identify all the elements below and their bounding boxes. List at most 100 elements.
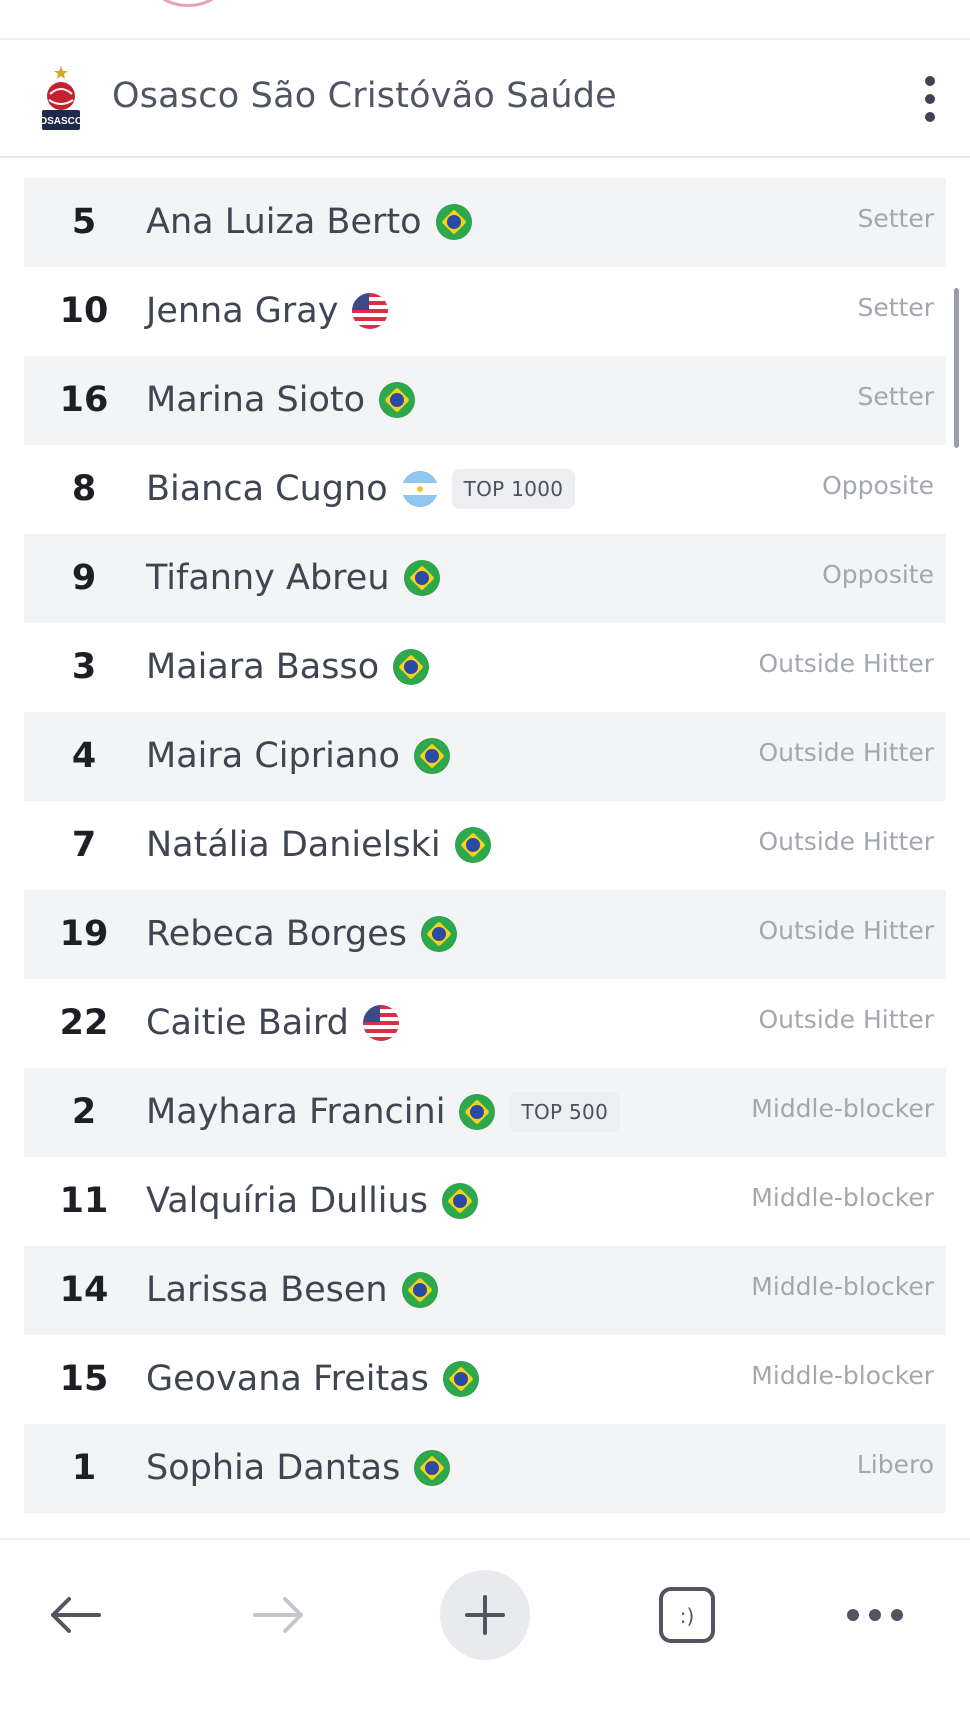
- ranking-badge: TOP 1000: [451, 469, 576, 509]
- player-name-group: Geovana Freitas: [146, 1355, 479, 1403]
- player-name-group: Bianca Cugno TOP 1000: [146, 465, 576, 513]
- player-position: Opposite: [822, 471, 934, 500]
- player-name-group: Valquíria Dullius: [146, 1177, 478, 1225]
- player-position: Libero: [856, 1450, 934, 1479]
- jersey-number: 15: [59, 1359, 109, 1399]
- player-name-group: Marina Sioto: [146, 376, 416, 424]
- more-options-icon[interactable]: [920, 76, 940, 122]
- jersey-number: 22: [59, 1003, 109, 1043]
- player-row[interactable]: 7 Natália Danielski Outside Hitter: [24, 801, 946, 890]
- arrow-left-icon: [51, 1597, 101, 1633]
- arrow-right-icon: [253, 1597, 303, 1633]
- jersey-number: 14: [59, 1270, 109, 1310]
- scrollbar[interactable]: [954, 288, 959, 448]
- jersey-number: 19: [59, 914, 109, 954]
- flag-br-icon: [413, 738, 450, 774]
- player-name-group: Caitie Baird: [146, 999, 399, 1047]
- player-row[interactable]: 15 Geovana Freitas Middle-blocker: [24, 1335, 946, 1424]
- jersey-number: 3: [71, 647, 97, 687]
- player-position: Outside Hitter: [758, 916, 934, 945]
- jersey-number: 1: [71, 1448, 97, 1488]
- player-row[interactable]: 10 Jenna Gray Setter: [24, 267, 946, 356]
- player-position: Middle-blocker: [751, 1094, 934, 1123]
- player-position: Setter: [857, 293, 934, 322]
- jersey-number: 8: [71, 469, 97, 509]
- player-name[interactable]: Bianca Cugno: [146, 469, 388, 509]
- player-row[interactable]: 4 Maira Cipriano Outside Hitter: [24, 712, 946, 801]
- plus-icon: [465, 1595, 505, 1635]
- player-name[interactable]: Caitie Baird: [146, 1003, 349, 1043]
- player-row[interactable]: 16 Marina Sioto Setter: [24, 356, 946, 445]
- player-row[interactable]: 2 Mayhara Francini TOP 500 Middle-blocker: [24, 1068, 946, 1157]
- player-name[interactable]: Mayhara Francini: [146, 1092, 445, 1132]
- flag-br-icon: [441, 1183, 478, 1219]
- player-name[interactable]: Geovana Freitas: [146, 1359, 429, 1399]
- player-row[interactable]: 8 Bianca Cugno TOP 1000 Opposite: [24, 445, 946, 534]
- player-row[interactable]: 19 Rebeca Borges Outside Hitter: [24, 890, 946, 979]
- team-header: OSASCO Osasco São Cristóvão Saúde: [0, 40, 970, 158]
- player-row[interactable]: 14 Larissa Besen Middle-blocker: [24, 1246, 946, 1335]
- browser-bottom-nav: :): [0, 1538, 970, 1726]
- player-name[interactable]: Valquíria Dullius: [146, 1181, 428, 1221]
- flag-br-icon: [403, 560, 440, 596]
- player-name[interactable]: Sophia Dantas: [146, 1448, 400, 1488]
- jersey-number: 11: [59, 1181, 109, 1221]
- flag-ar-icon: [401, 471, 438, 507]
- player-name-group: Jenna Gray: [146, 287, 389, 335]
- player-position: Outside Hitter: [758, 649, 934, 678]
- player-row[interactable]: 3 Maiara Basso Outside Hitter: [24, 623, 946, 712]
- flag-br-icon: [414, 1450, 451, 1486]
- player-name[interactable]: Natália Danielski: [146, 825, 441, 865]
- player-name[interactable]: Maiara Basso: [146, 647, 379, 687]
- player-name[interactable]: Ana Luiza Berto: [146, 202, 422, 242]
- forward-button[interactable]: [234, 1570, 324, 1660]
- flag-br-icon: [379, 382, 416, 418]
- player-row[interactable]: 5 Ana Luiza Berto Setter: [24, 178, 946, 267]
- player-name[interactable]: Maira Cipriano: [146, 736, 400, 776]
- player-row[interactable]: 11 Valquíria Dullius Middle-blocker: [24, 1157, 946, 1246]
- player-position: Opposite: [822, 560, 934, 589]
- flag-us-icon: [352, 293, 389, 329]
- player-position: Outside Hitter: [758, 738, 934, 767]
- jersey-number: 4: [71, 736, 97, 776]
- player-position: Middle-blocker: [751, 1361, 934, 1390]
- jersey-number: 2: [71, 1092, 97, 1132]
- player-name[interactable]: Marina Sioto: [146, 380, 365, 420]
- player-name-group: Sophia Dantas: [146, 1444, 451, 1492]
- flag-us-icon: [362, 1005, 399, 1041]
- player-position: Outside Hitter: [758, 1005, 934, 1034]
- flag-br-icon: [454, 827, 491, 863]
- back-button[interactable]: [30, 1570, 120, 1660]
- player-name-group: Maiara Basso: [146, 643, 430, 691]
- player-name[interactable]: Jenna Gray: [146, 291, 338, 331]
- player-name-group: Maira Cipriano: [146, 732, 450, 780]
- more-dots-icon: [847, 1609, 903, 1621]
- player-position: Setter: [857, 382, 934, 411]
- player-row[interactable]: 1 Sophia Dantas Libero: [24, 1424, 946, 1513]
- jersey-number: 9: [71, 558, 97, 598]
- jersey-number: 16: [59, 380, 109, 420]
- player-name-group: Natália Danielski: [146, 821, 491, 869]
- player-name[interactable]: Rebeca Borges: [146, 914, 407, 954]
- flag-br-icon: [459, 1094, 496, 1130]
- tabs-icon: :): [659, 1587, 715, 1643]
- player-position: Outside Hitter: [758, 827, 934, 856]
- flag-br-icon: [401, 1272, 438, 1308]
- flag-br-icon: [442, 1361, 479, 1397]
- top-strip: [0, 0, 970, 40]
- ranking-badge: TOP 500: [509, 1092, 621, 1132]
- player-row[interactable]: 22 Caitie Baird Outside Hitter: [24, 979, 946, 1068]
- tabs-label: :): [680, 1604, 695, 1628]
- player-row[interactable]: 9 Tifanny Abreu Opposite: [24, 534, 946, 623]
- player-position: Middle-blocker: [751, 1183, 934, 1212]
- new-tab-button[interactable]: [440, 1570, 530, 1660]
- tabs-button[interactable]: :): [642, 1570, 732, 1660]
- flag-br-icon: [435, 204, 472, 240]
- player-name[interactable]: Tifanny Abreu: [146, 558, 390, 598]
- player-name[interactable]: Larissa Besen: [146, 1270, 388, 1310]
- team-logo[interactable]: OSASCO: [36, 64, 86, 134]
- player-name-group: Ana Luiza Berto: [146, 198, 472, 246]
- player-name-group: Tifanny Abreu: [146, 554, 440, 602]
- menu-button[interactable]: [830, 1570, 920, 1660]
- player-position: Middle-blocker: [751, 1272, 934, 1301]
